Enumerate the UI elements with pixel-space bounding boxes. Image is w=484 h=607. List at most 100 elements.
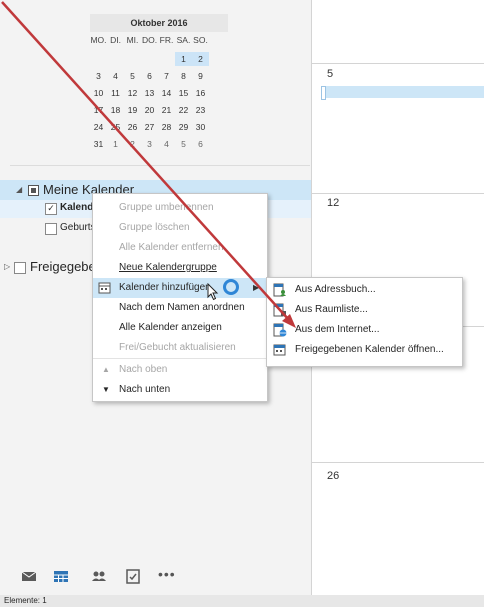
calendar-day[interactable]: 27 [141,120,158,134]
calendar-day[interactable]: 21 [158,103,175,117]
calendar-day[interactable]: 5 [124,69,141,83]
calendar-day[interactable]: 2 [192,52,209,66]
today-marker [321,86,326,100]
calendar-day[interactable]: 22 [175,103,192,117]
menu-item-refresh-free-busy[interactable]: Frei/Gebucht aktualisieren [93,338,267,358]
calendar-day [141,52,158,66]
calendar-day[interactable]: 1 [175,52,192,66]
calendar-day[interactable]: 1 [107,137,124,151]
submenu-item-open-shared-calendar[interactable]: Freigegebenen Kalender öffnen... [267,340,462,360]
divider [10,165,310,166]
mail-icon[interactable] [20,568,38,584]
mouse-pointer-icon [207,283,219,301]
arrow-down-icon: ▼ [102,385,110,394]
calendar-day[interactable]: 3 [141,137,158,151]
status-bar: Elemente: 1 [0,595,484,607]
menu-item-delete-group[interactable]: Gruppe löschen [93,218,267,238]
click-indicator [223,279,239,295]
weekday-label: MO. [90,35,107,45]
weekday-label: DI. [110,35,121,45]
weekday-label: FR. [159,35,174,45]
expand-triangle-icon[interactable]: ◢ [16,185,22,194]
calendar-icon[interactable] [52,568,70,584]
calendar-day[interactable]: 30 [192,120,209,134]
calendar-day[interactable]: 19 [124,103,141,117]
calendar-day[interactable]: 4 [158,137,175,151]
room-list-icon [273,303,286,317]
checkbox-checked-icon[interactable]: ✓ [45,203,57,215]
week-divider [312,193,484,194]
calendar-day [158,52,175,66]
calendar-day[interactable]: 14 [158,86,175,100]
month-title: Oktober 2016 [90,14,228,32]
add-calendar-submenu: Aus Adressbuch... Aus Raumliste... Aus d… [266,277,463,367]
calendar-group-icon [28,185,39,196]
day-number: 12 [327,197,340,209]
menu-separator [93,358,267,359]
calendar-day[interactable]: 24 [90,120,107,134]
calendar-day[interactable]: 2 [124,137,141,151]
menu-item-move-down[interactable]: ▼ Nach unten [93,380,267,400]
submenu-arrow-icon: ▶ [253,283,260,292]
calendar-day [124,52,141,66]
weekday-label: DO. [141,35,158,45]
calendar-day[interactable]: 18 [107,103,124,117]
submenu-item-from-room-list[interactable]: Aus Raumliste... [267,300,462,320]
calendar-day[interactable]: 7 [158,69,175,83]
calendar-day[interactable]: 10 [90,86,107,100]
weekday-label: SO. [193,35,208,45]
menu-item-move-up[interactable]: ▲ Nach oben [93,360,267,380]
calendar-day[interactable]: 26 [124,120,141,134]
calendar-day[interactable]: 20 [141,103,158,117]
menu-item-remove-all-calendars[interactable]: Alle Kalender entfernen [93,238,267,258]
calendar-day[interactable]: 23 [192,103,209,117]
calendar-day[interactable]: 11 [107,86,124,100]
week-divider [312,63,484,64]
day-number: 26 [327,470,340,482]
navigation-bar [0,560,311,595]
calendar-day[interactable]: 9 [192,69,209,83]
item-count: Elemente: 1 [4,596,47,605]
add-calendar-icon [98,282,111,294]
calendar-day[interactable]: 4 [107,69,124,83]
calendar-day [107,52,124,66]
menu-item-add-calendar[interactable]: Kalender hinzufügen ▶ [93,278,267,298]
internet-calendar-icon [273,323,287,337]
weekday-label: MI. [126,35,139,45]
tasks-icon[interactable] [124,568,142,584]
people-icon[interactable] [90,568,108,584]
menu-item-sort-by-name[interactable]: Nach dem Namen anordnen [93,298,267,318]
calendar-day[interactable]: 17 [90,103,107,117]
calendar-day[interactable]: 16 [192,86,209,100]
calendar-day[interactable]: 13 [141,86,158,100]
checkbox-icon[interactable] [45,223,57,235]
menu-item-rename-group[interactable]: Gruppe umbenennen [93,198,267,218]
calendar-day[interactable]: 28 [158,120,175,134]
submenu-item-from-internet[interactable]: Aus dem Internet... [267,320,462,340]
calendar-day[interactable]: 3 [90,69,107,83]
context-menu: Gruppe umbenennen Gruppe löschen Alle Ka… [92,193,268,402]
calendar-day[interactable]: 6 [141,69,158,83]
week-divider [312,462,484,463]
calendar-day[interactable]: 12 [124,86,141,100]
menu-item-show-all-calendars[interactable]: Alle Kalender anzeigen [93,318,267,338]
calendar-day[interactable]: 29 [175,120,192,134]
calendar-day[interactable]: 15 [175,86,192,100]
calendar-day[interactable]: 5 [175,137,192,151]
calendar-day [90,52,107,66]
checkbox-icon[interactable] [14,262,26,274]
calendar-day[interactable]: 25 [107,120,124,134]
today-highlight [322,86,484,98]
collapsed-triangle-icon[interactable]: ▷ [4,262,10,271]
menu-item-new-calendar-group[interactable]: Neue Kalendergruppe [93,258,267,278]
shared-calendar-icon [273,344,286,356]
calendar-day[interactable]: 6 [192,137,209,151]
more-icon[interactable]: ••• [158,566,176,582]
address-book-icon [273,283,286,297]
arrow-up-icon: ▲ [102,365,110,374]
submenu-item-from-address-book[interactable]: Aus Adressbuch... [267,280,462,300]
calendar-day[interactable]: 8 [175,69,192,83]
weekday-label: SA. [176,35,191,45]
day-number: 5 [327,68,334,80]
calendar-day[interactable]: 31 [90,137,107,151]
